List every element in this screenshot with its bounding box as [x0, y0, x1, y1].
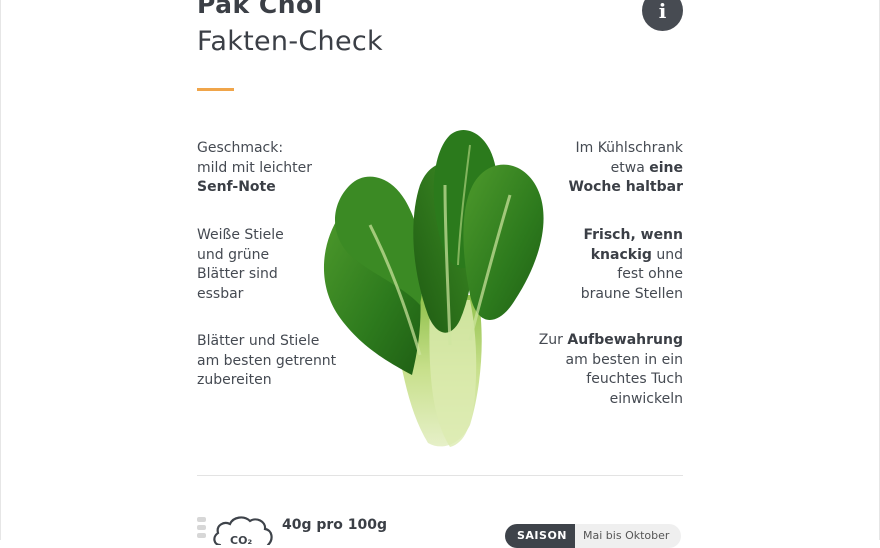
season-value: Mai bis Oktober — [575, 524, 682, 548]
fact-line: Im Kühlschrank — [575, 140, 683, 156]
fact-line: Blätter sind — [197, 266, 278, 282]
co2-cloud-icon: CO₂ — [213, 516, 273, 545]
fact-line: und grüne — [197, 246, 270, 263]
co2-scale-icon — [197, 517, 206, 541]
fact-line: Zur Aufbewahrung — [538, 332, 683, 348]
co2-value: 40g pro 100g — [282, 517, 388, 533]
fact-line: Geschmack: — [197, 140, 284, 156]
fact-line: Weiße Stiele — [197, 227, 284, 243]
fact-line: Senf-Note — [197, 179, 276, 195]
fact-edible: Weiße Stiele und grüne Blätter sind essb… — [197, 226, 284, 304]
fact-line: fest ohne — [617, 266, 683, 282]
fact-storage-time: Im Kühlschrank etwa eine Woche haltbar — [569, 139, 683, 198]
section-divider — [197, 475, 683, 476]
fact-keeping: Zur Aufbewahrung am besten in ein feucht… — [539, 331, 683, 409]
fact-line: etwa eine — [610, 159, 683, 176]
fact-line: essbar — [197, 285, 244, 302]
season-badge: SAISON Mai bis Oktober — [505, 524, 682, 548]
page-title: Pak Choi — [197, 0, 323, 19]
fact-taste: Geschmack: mild mit leichter Senf-Note — [197, 139, 312, 198]
accent-divider — [197, 88, 234, 91]
fact-line: knackig und — [590, 246, 683, 263]
fact-line: Frisch, wenn — [583, 227, 683, 243]
fact-line: braune Stellen — [580, 285, 683, 302]
pak-choi-image — [323, 130, 544, 447]
page-edge-left — [0, 0, 1, 540]
info-icon[interactable]: i — [642, 0, 683, 31]
fact-line: Woche haltbar — [568, 179, 683, 195]
page-subtitle: Fakten-Check — [197, 26, 383, 57]
fact-line: einwickeln — [609, 390, 683, 407]
season-label: SAISON — [505, 524, 576, 548]
fact-line: am besten in ein — [565, 351, 683, 368]
fact-line: feuchtes Tuch — [586, 371, 683, 387]
fact-freshness: Frisch, wenn knackig und fest ohne braun… — [581, 226, 683, 304]
fact-line: mild mit leichter — [197, 159, 313, 176]
